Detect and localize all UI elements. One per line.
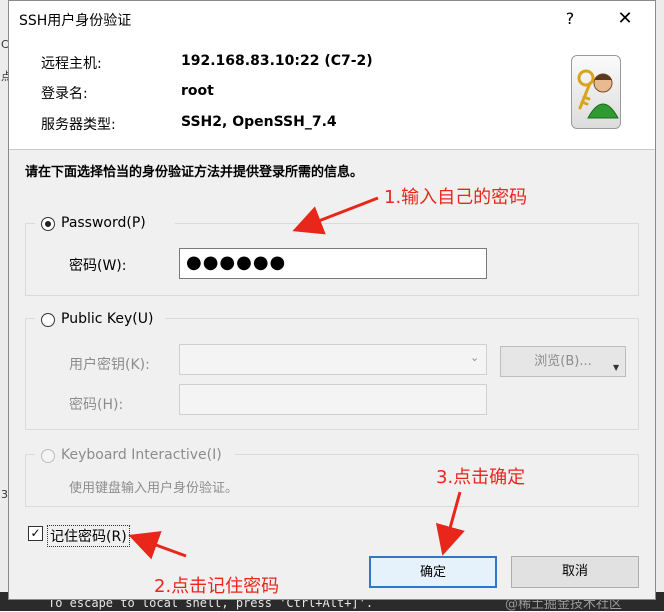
arrow-step1 [292,196,379,235]
annotation-arrows [128,196,465,560]
arrow-step3 [435,491,465,556]
arrow-step2 [128,531,187,560]
